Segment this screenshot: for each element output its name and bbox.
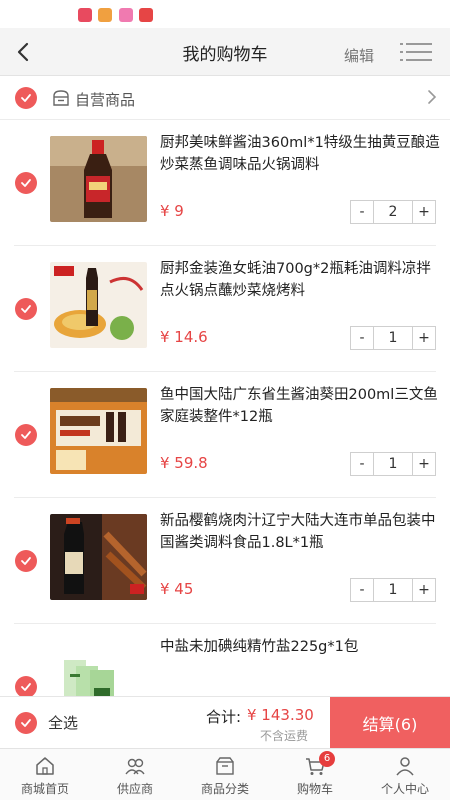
chevron-right-icon[interactable] bbox=[426, 89, 438, 105]
check-icon bbox=[21, 683, 31, 691]
increase-button[interactable]: + bbox=[413, 201, 435, 223]
decrease-button[interactable]: - bbox=[351, 579, 373, 601]
edit-button[interactable]: 编辑 bbox=[344, 45, 374, 66]
cart-item: 厨邦金装渔女蚝油700g*2瓶耗油调料凉拌点火锅点蘸炒菜烧烤料 ¥ 14.6 -… bbox=[0, 246, 450, 372]
product-image[interactable] bbox=[50, 262, 147, 348]
notification-app-icon bbox=[119, 8, 133, 22]
user-icon bbox=[396, 757, 414, 776]
product-image[interactable] bbox=[50, 388, 147, 474]
store-label: 自营商品 bbox=[75, 91, 136, 109]
total-price: ¥ 143.30 bbox=[247, 706, 314, 724]
yakiniku-sauce-image bbox=[50, 514, 147, 600]
check-icon bbox=[21, 305, 31, 313]
nav-bar: 我的购物车 编辑 bbox=[0, 28, 450, 76]
product-price: ¥ 14.6 bbox=[160, 328, 208, 346]
product-price: ¥ 9 bbox=[160, 202, 184, 220]
product-name[interactable]: 厨邦美味鲜酱油360ml*1特级生抽黄豆酿造炒菜蒸鱼调味品火锅调料 bbox=[160, 132, 440, 176]
quantity-value[interactable]: 1 bbox=[373, 453, 413, 475]
quantity-stepper: - 1 + bbox=[350, 326, 436, 350]
item-checkbox[interactable] bbox=[15, 172, 37, 194]
list-menu-icon bbox=[400, 43, 432, 61]
cart-item: 鱼中国大陆广东省生酱油葵田200ml三文鱼家庭装整件*12瓶 ¥ 59.8 - … bbox=[0, 372, 450, 498]
product-name[interactable]: 厨邦金装渔女蚝油700g*2瓶耗油调料凉拌点火锅点蘸炒菜烧烤料 bbox=[160, 258, 440, 302]
item-checkbox[interactable] bbox=[15, 550, 37, 572]
bamboo-salt-image bbox=[50, 640, 147, 696]
product-name[interactable]: 鱼中国大陆广东省生酱油葵田200ml三文鱼家庭装整件*12瓶 bbox=[160, 384, 440, 428]
soy-sauce-bottle-image bbox=[50, 136, 147, 222]
decrease-button[interactable]: - bbox=[351, 201, 373, 223]
cart-item: 新品樱鹤烧肉汁辽宁大陆大连市单品包装中国酱类调料食品1.8L*1瓶 ¥ 45 -… bbox=[0, 498, 450, 624]
supplier-icon bbox=[125, 758, 145, 775]
home-icon bbox=[36, 757, 54, 775]
tab-category[interactable]: 商品分类 bbox=[180, 749, 270, 800]
menu-button[interactable] bbox=[400, 42, 432, 62]
check-icon bbox=[21, 179, 31, 187]
product-price: ¥ 59.8 bbox=[160, 454, 208, 472]
tab-label: 商城首页 bbox=[20, 782, 69, 796]
increase-button[interactable]: + bbox=[413, 453, 435, 475]
checkout-bar: 全选 合计: ¥ 143.30 不含运费 结算(6) bbox=[0, 696, 450, 749]
product-price: ¥ 45 bbox=[160, 580, 194, 598]
quantity-stepper: - 1 + bbox=[350, 452, 436, 476]
tab-bar: 商城首页 供应商 商品分类 6 购物车 个人中心 bbox=[0, 748, 450, 800]
notification-app-icon bbox=[139, 8, 153, 22]
product-name[interactable]: 新品樱鹤烧肉汁辽宁大陆大连市单品包装中国酱类调料食品1.8L*1瓶 bbox=[160, 510, 440, 554]
total-label: 合计: bbox=[206, 708, 242, 726]
status-bar bbox=[0, 0, 450, 28]
quantity-value[interactable]: 2 bbox=[373, 201, 413, 223]
store-checkbox[interactable] bbox=[15, 87, 37, 109]
checkout-button[interactable]: 结算(6) bbox=[330, 697, 450, 749]
product-image[interactable] bbox=[50, 136, 147, 222]
oyster-sauce-image bbox=[50, 262, 147, 348]
quantity-value[interactable]: 1 bbox=[373, 579, 413, 601]
decrease-button[interactable]: - bbox=[351, 327, 373, 349]
quantity-value[interactable]: 1 bbox=[373, 327, 413, 349]
cart-item: 中盐未加碘纯精竹盐225g*1包 bbox=[0, 624, 450, 696]
tab-supplier[interactable]: 供应商 bbox=[90, 749, 180, 800]
item-checkbox[interactable] bbox=[15, 424, 37, 446]
shipping-note: 不含运费 bbox=[260, 729, 309, 743]
quantity-stepper: - 2 + bbox=[350, 200, 436, 224]
tab-cart[interactable]: 6 购物车 bbox=[270, 749, 360, 800]
notification-app-icon bbox=[78, 8, 92, 22]
tab-home[interactable]: 商城首页 bbox=[0, 749, 90, 800]
check-icon bbox=[21, 719, 31, 727]
select-all-checkbox[interactable] bbox=[15, 712, 37, 734]
product-name[interactable]: 中盐未加碘纯精竹盐225g*1包 bbox=[160, 636, 440, 658]
tab-label: 个人中心 bbox=[380, 782, 429, 796]
increase-button[interactable]: + bbox=[413, 327, 435, 349]
soy-sauce-carton-image bbox=[50, 388, 147, 474]
tab-profile[interactable]: 个人中心 bbox=[360, 749, 450, 800]
cart-item: 厨邦美味鲜酱油360ml*1特级生抽黄豆酿造炒菜蒸鱼调味品火锅调料 ¥ 9 - … bbox=[0, 120, 450, 246]
check-icon bbox=[21, 557, 31, 565]
cart-list[interactable]: 自营商品 厨邦美味鲜酱油360ml*1特级生抽黄豆酿造炒菜蒸鱼调味品火锅调料 ¥… bbox=[0, 76, 450, 696]
increase-button[interactable]: + bbox=[413, 579, 435, 601]
tab-label: 购物车 bbox=[296, 782, 333, 796]
store-icon bbox=[53, 90, 69, 106]
tab-label: 商品分类 bbox=[200, 782, 249, 796]
check-icon bbox=[21, 431, 31, 439]
check-icon bbox=[21, 94, 31, 102]
page-title: 我的购物车 bbox=[182, 45, 268, 65]
store-header: 自营商品 bbox=[0, 76, 450, 120]
quantity-stepper: - 1 + bbox=[350, 578, 436, 602]
product-image[interactable] bbox=[50, 640, 147, 696]
item-checkbox[interactable] bbox=[15, 298, 37, 320]
decrease-button[interactable]: - bbox=[351, 453, 373, 475]
cart-count-badge: 6 bbox=[319, 751, 335, 767]
category-icon bbox=[216, 757, 234, 775]
tab-label: 供应商 bbox=[116, 782, 153, 796]
item-checkbox[interactable] bbox=[15, 676, 37, 696]
product-image[interactable] bbox=[50, 514, 147, 600]
notification-app-icon bbox=[98, 8, 112, 22]
select-all-label[interactable]: 全选 bbox=[48, 712, 78, 733]
